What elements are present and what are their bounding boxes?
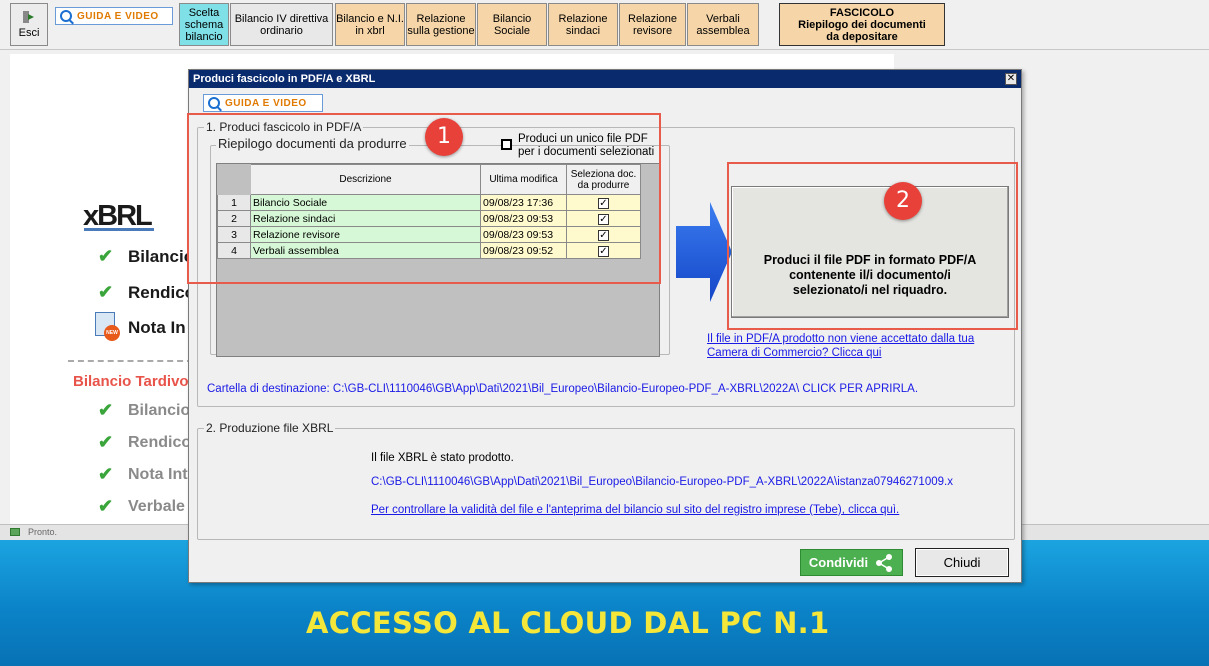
bg-row-label: Nota Int <box>128 465 188 483</box>
status-text: Pronto. <box>28 527 58 537</box>
pdfa-not-accepted-link[interactable]: Il file in PDF/A prodotto non viene acce… <box>707 332 974 360</box>
tab-label: Bilancio IV direttiva ordinario <box>234 12 329 37</box>
fascicolo-label-2: Riepilogo dei documenti <box>798 18 926 31</box>
pdfa-link-line-1: Il file in PDF/A prodotto non viene acce… <box>707 333 975 345</box>
tab-scelta-schema[interactable]: Scelta schema bilancio <box>179 3 229 46</box>
bg-row-label: Verbale <box>128 497 185 515</box>
bg-row-tardivo-verbale[interactable]: ✔ Verbale <box>98 496 185 517</box>
tab-relazione-revisore[interactable]: Relazione revisore <box>619 3 686 46</box>
bg-row-label: Bilancio <box>128 246 195 266</box>
bg-row-tardivo-bilancio[interactable]: ✔ Bilancio <box>98 400 190 421</box>
cloud-banner-text: ACCESSO AL CLOUD DAL PC N.1 <box>306 606 830 640</box>
tab-relazione-gestione[interactable]: Relazione sulla gestione <box>406 3 476 46</box>
bg-row-tardivo-rendiconto[interactable]: ✔ Rendico <box>98 432 191 453</box>
close-button[interactable]: Chiudi <box>915 548 1009 577</box>
step-badge-1: 1 <box>425 118 463 156</box>
section-xbrl-title: 2. Produzione file XBRL <box>204 421 336 435</box>
step-badge-2: 2 <box>884 182 922 220</box>
destination-folder-link[interactable]: Cartella di destinazione: C:\GB-CLI\1110… <box>207 383 918 395</box>
fascicolo-label-3: da depositare <box>826 30 898 43</box>
dialog-guide-video-button[interactable]: GUIDA E VIDEO <box>203 94 323 112</box>
xbrl-validation-link[interactable]: Per controllare la validità del file e l… <box>371 504 899 516</box>
share-button[interactable]: Condividi <box>800 549 903 576</box>
xbrl-produced-text: Il file XBRL è stato prodotto. <box>371 452 514 464</box>
produce-fascicolo-dialog: Produci fascicolo in PDF/A e XBRL ✕ GUID… <box>187 69 1022 583</box>
tab-bilancio-ni-xbrl[interactable]: Bilancio e N.I. in xbrl <box>335 3 405 46</box>
arrow-right-icon <box>676 202 732 302</box>
dialog-guide-label: GUIDA E VIDEO <box>225 97 307 109</box>
highlight-frame-2 <box>727 162 1018 330</box>
share-icon <box>876 553 893 572</box>
guide-video-button[interactable]: GUIDA E VIDEO <box>55 7 173 25</box>
xbrl-logo-underline <box>84 228 154 231</box>
pdfa-link-line-2: Camera di Commercio? Clicca qui <box>707 347 882 359</box>
highlight-frame-1 <box>187 113 661 284</box>
new-document-icon <box>95 312 120 341</box>
bilancio-tardivo-heading: Bilancio Tardivo <box>73 373 189 390</box>
tab-label: Bilancio Sociale <box>492 12 532 37</box>
tab-verbali-assemblea[interactable]: Verbali assemblea <box>687 3 759 46</box>
tab-label: Relazione sulla gestione <box>407 12 475 37</box>
check-icon: ✔ <box>98 464 114 484</box>
tab-fascicolo[interactable]: FASCICOLO Riepilogo dei documenti da dep… <box>779 3 945 46</box>
exit-button[interactable]: Esci <box>10 3 48 46</box>
bg-row-label: Rendico <box>128 433 192 451</box>
tab-label: Verbali assemblea <box>696 12 750 37</box>
tab-bilancio-iv[interactable]: Bilancio IV direttiva ordinario <box>230 3 333 46</box>
tab-label: Relazione sindaci <box>558 12 608 37</box>
dialog-title: Produci fascicolo in PDF/A e XBRL <box>189 70 1021 88</box>
tab-label: Relazione revisore <box>628 12 677 37</box>
tab-label: Scelta schema bilancio <box>184 6 224 43</box>
exit-label: Esci <box>18 27 40 39</box>
check-icon: ✔ <box>98 400 114 420</box>
bg-row-tardivo-nota[interactable]: ✔ Nota Int <box>98 464 188 485</box>
dialog-close-icon[interactable]: ✕ <box>1005 73 1017 85</box>
tab-bilancio-sociale[interactable]: Bilancio Sociale <box>477 3 547 46</box>
bg-row-label: Nota In <box>128 318 186 337</box>
fascicolo-label-1: FASCICOLO <box>829 6 895 19</box>
guide-video-label: GUIDA E VIDEO <box>77 10 159 22</box>
exit-icon <box>23 11 34 23</box>
check-icon: ✔ <box>98 246 114 266</box>
toolbar: Esci GUIDA E VIDEO Scelta schema bilanci… <box>0 0 1209 50</box>
status-icon <box>10 528 20 536</box>
bg-row-label: Rendico <box>128 282 196 302</box>
bg-row-rendiconto[interactable]: ✔ Rendico <box>98 282 195 303</box>
check-icon: ✔ <box>98 282 114 302</box>
share-label: Condividi <box>808 555 869 570</box>
bg-row-nota[interactable]: Nota In <box>128 318 186 338</box>
xbrl-file-path[interactable]: C:\GB-CLI\1110046\GB\App\Dati\2021\Bil_E… <box>371 476 953 488</box>
bg-row-bilancio[interactable]: ✔ Bilancio <box>98 246 194 267</box>
magnifier-icon <box>208 97 220 109</box>
magnifier-icon <box>60 10 72 22</box>
tab-label: Bilancio e N.I. in xbrl <box>336 12 404 37</box>
tab-relazione-sindaci[interactable]: Relazione sindaci <box>548 3 618 46</box>
bg-row-label: Bilancio <box>128 401 191 419</box>
check-icon: ✔ <box>98 432 114 452</box>
check-icon: ✔ <box>98 496 114 516</box>
dashed-divider <box>68 360 193 362</box>
